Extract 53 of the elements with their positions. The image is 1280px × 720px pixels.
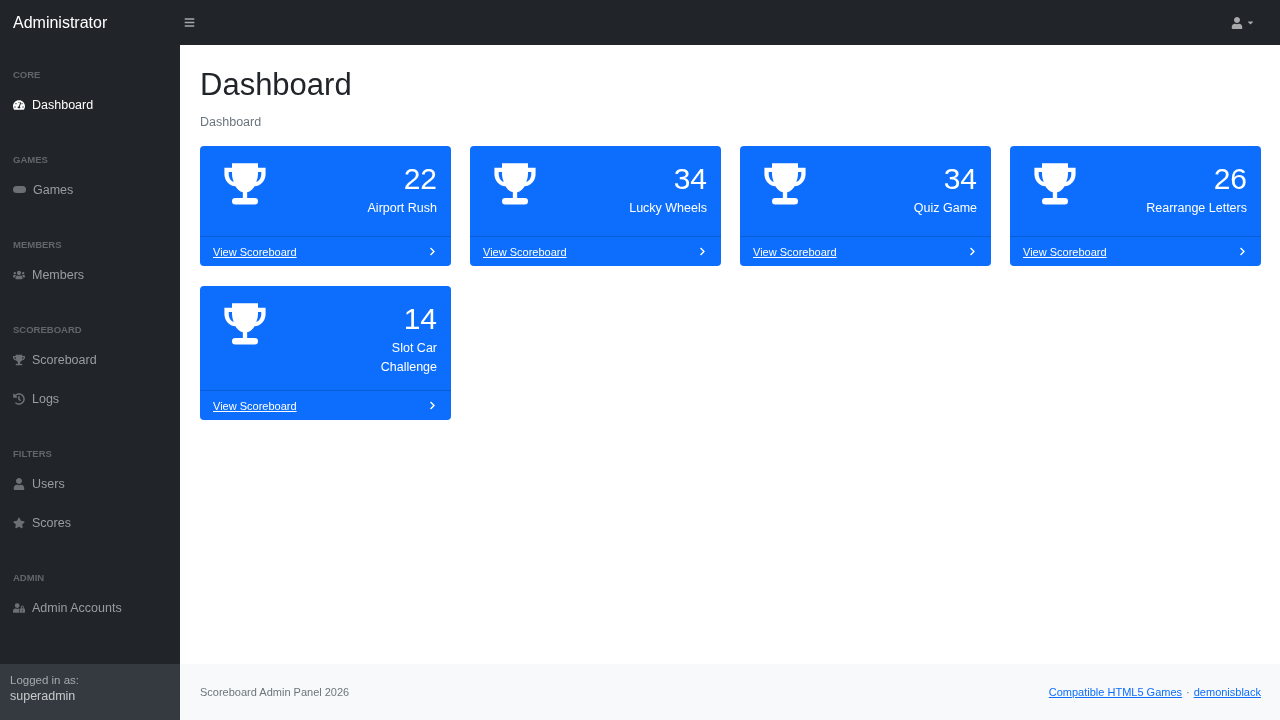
username: superadmin	[10, 689, 77, 703]
breadcrumb: Dashboard	[200, 115, 263, 129]
brand-title[interactable]: Administrator	[0, 13, 180, 32]
person-lock-icon	[13, 601, 25, 614]
star-icon	[13, 516, 25, 529]
game-name: Lucky Wheels	[629, 200, 707, 217]
score-count: 26	[1213, 161, 1247, 197]
score-count: 22	[403, 161, 437, 197]
section-heading: CORE	[12, 68, 42, 82]
view-scoreboard-link[interactable]: View Scoreboard	[1023, 245, 1107, 258]
sidebar-item[interactable]: Admin Accounts	[0, 588, 180, 627]
sidebar-item[interactable]: Scoreboard	[0, 340, 180, 379]
page-title: Dashboard	[200, 67, 353, 103]
sidebar-item[interactable]: Games	[0, 170, 180, 209]
view-scoreboard-link[interactable]: View Scoreboard	[483, 245, 567, 258]
chevron-icon	[698, 247, 707, 256]
caret-icon	[1246, 18, 1255, 27]
score-count: 34	[673, 161, 707, 197]
separator: ·	[1186, 686, 1190, 698]
chevron-icon	[428, 247, 437, 256]
score-count: 34	[943, 161, 977, 197]
copyright-text: Scoreboard Admin Panel 2026	[200, 686, 350, 698]
gauge-icon	[13, 98, 25, 111]
game-name: Airport Rush	[367, 200, 437, 217]
people-icon	[13, 268, 25, 281]
login-label: Logged in as:	[10, 674, 81, 686]
view-scoreboard-link[interactable]: View Scoreboard	[213, 399, 297, 412]
game-name: Quiz Game	[913, 200, 977, 217]
sidebar-item[interactable]: Users	[0, 464, 180, 503]
score-count: 14	[403, 301, 437, 337]
view-scoreboard-link[interactable]: View Scoreboard	[213, 245, 297, 258]
footer-link[interactable]: demonisblack	[1193, 686, 1261, 698]
menu-icon	[184, 17, 195, 28]
sidebar-item[interactable]: Logs	[0, 379, 180, 418]
game-name: Rearrange Letters	[1146, 200, 1247, 217]
chevron-icon	[1238, 247, 1247, 256]
person-icon	[1231, 16, 1243, 29]
section-heading: SCOREBOARD	[12, 323, 83, 337]
footer-link[interactable]: Compatible HTML5 Games	[1048, 686, 1183, 698]
sidebar-item[interactable]: Scores	[0, 503, 180, 542]
person-icon	[13, 477, 25, 490]
trophy-icon	[13, 353, 25, 366]
section-heading: FILTERS	[12, 447, 53, 461]
sidebar-item[interactable]: Members	[0, 255, 180, 294]
game-name: Slot Car Challenge	[379, 340, 437, 376]
chevron-icon	[428, 401, 437, 410]
section-heading: ADMIN	[12, 571, 46, 585]
history-icon	[13, 392, 25, 405]
chevron-icon	[968, 247, 977, 256]
section-heading: GAMES	[12, 153, 49, 167]
view-scoreboard-link[interactable]: View Scoreboard	[753, 245, 837, 258]
sidebar-item[interactable]: Dashboard	[0, 85, 180, 124]
section-heading: MEMBERS	[12, 238, 63, 252]
